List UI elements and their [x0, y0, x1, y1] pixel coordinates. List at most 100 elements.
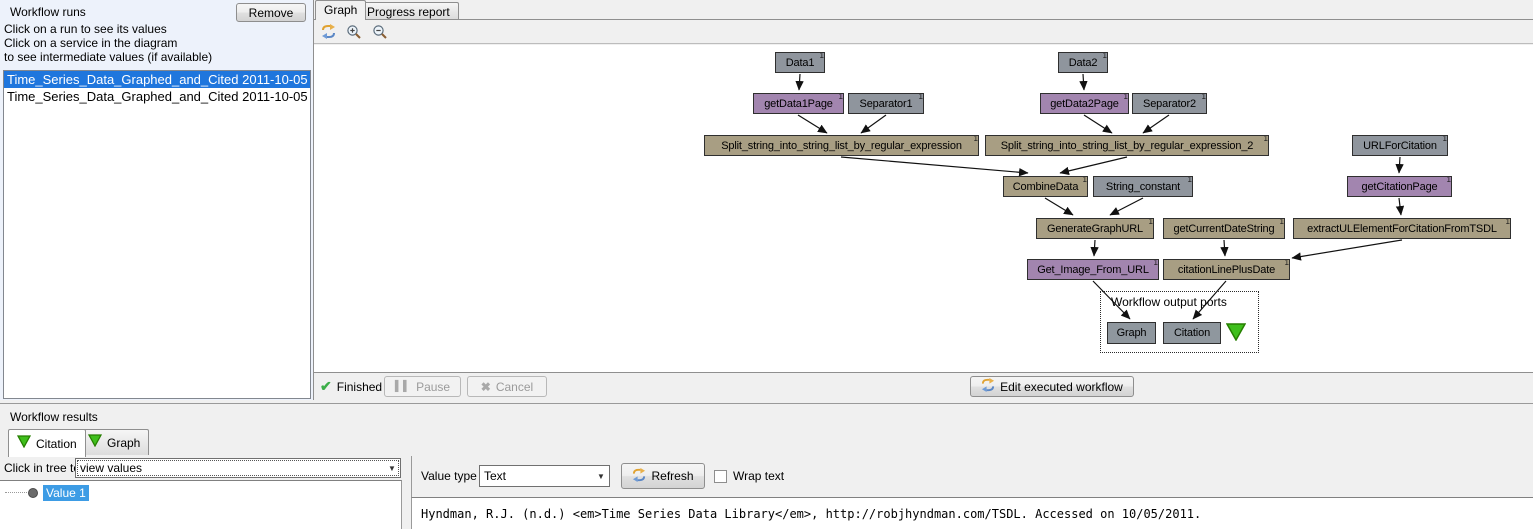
workflow-results-title: Workflow results	[10, 410, 98, 424]
refresh-button[interactable]: Refresh	[621, 463, 705, 489]
instruction-line: Click on a service in the diagram	[4, 36, 212, 50]
diagram-node-label: GenerateGraphURL	[1047, 223, 1143, 235]
diagram-node-split1[interactable]: Split_string_into_string_list_by_regular…	[704, 135, 979, 156]
diagram-node-separator1[interactable]: Separator1 1	[848, 93, 924, 114]
diagram-node-split2[interactable]: Split_string_into_string_list_by_regular…	[985, 135, 1269, 156]
workflow-results-panel: Workflow results Citation Graph Click in…	[0, 403, 1533, 529]
view-values-dropdown[interactable]: view values ▼	[75, 458, 401, 478]
wrap-text-checkbox[interactable]	[714, 470, 727, 483]
iteration-depth-marker: 1	[820, 52, 824, 60]
edit-executed-workflow-button[interactable]: Edit executed workflow	[970, 376, 1134, 397]
diagram-node-port-citation[interactable]: Citation	[1163, 322, 1221, 344]
diagram-node-separator2[interactable]: Separator21	[1132, 93, 1207, 114]
diagram-node-port-graph[interactable]: Graph	[1107, 322, 1156, 344]
value-type-dropdown[interactable]: Text ▼	[479, 465, 610, 487]
iteration-depth-marker: 1	[839, 93, 843, 101]
diagram-node-getdata2page[interactable]: getData2Page1	[1040, 93, 1129, 114]
tab-citation-label: Citation	[36, 435, 77, 453]
workflow-runs-panel: Workflow runs Remove Click on a run to s…	[0, 0, 313, 400]
diagram-node-string_constant[interactable]: String_constant 1	[1093, 176, 1193, 197]
iteration-depth-marker: 1	[1154, 259, 1158, 267]
diagram-node-urlforcitation[interactable]: URLForCitation1	[1352, 135, 1448, 156]
iteration-depth-marker: 1	[974, 135, 978, 143]
iteration-depth-marker: 1	[1188, 176, 1192, 184]
chevron-down-icon: ▼	[593, 472, 609, 481]
diagram-node-label: Split_string_into_string_list_by_regular…	[1001, 140, 1254, 152]
diagram-node-data1[interactable]: Data1 1	[775, 52, 825, 73]
tree-prompt-label: Click in tree to	[4, 461, 80, 475]
diagram-node-label: Data2	[1069, 57, 1098, 69]
diagram-node-label: citationLinePlusDate	[1178, 264, 1275, 276]
instruction-line: Click on a run to see its values	[4, 22, 212, 36]
tab-graph[interactable]: Graph	[315, 0, 366, 20]
diagram-node-combinedata[interactable]: CombineData1	[1003, 176, 1088, 197]
tab-results-graph-label: Graph	[107, 434, 140, 452]
workflow-run-item[interactable]: Time_Series_Data_Graphed_and_Cited 2011-…	[4, 88, 310, 105]
remove-button[interactable]: Remove	[236, 3, 306, 22]
diagram-node-label: Citation	[1174, 327, 1210, 339]
edit-workflow-icon	[981, 378, 995, 395]
iteration-depth-marker: 1	[1202, 93, 1206, 101]
zoom-in-icon[interactable]	[346, 24, 362, 40]
results-value-tree[interactable]: Value 1	[0, 480, 402, 529]
graph-port-triangle-icon	[88, 434, 102, 452]
pause-button-label: Pause	[416, 380, 450, 394]
citation-port-triangle-icon	[17, 435, 31, 453]
diagram-node-getdata1page[interactable]: getData1Page1	[753, 93, 844, 114]
zoom-out-icon[interactable]	[372, 24, 388, 40]
view-values-dropdown-value: view values	[76, 461, 384, 475]
diagram-node-label: Data1	[786, 57, 815, 69]
workflow-runs-list[interactable]: Time_Series_Data_Graphed_and_Cited 2011-…	[3, 70, 311, 399]
iteration-depth-marker: 1	[1506, 218, 1510, 226]
diagram-node-label: Get_Image_From_URL	[1037, 264, 1149, 276]
tab-progress-report-label: Progress report	[367, 5, 450, 19]
tree-prompt-row: Click in tree to view values ▼	[0, 456, 403, 480]
finished-label: Finished	[337, 380, 382, 394]
diagram-node-data2[interactable]: Data2 1	[1058, 52, 1108, 73]
finished-check-icon: ✔	[320, 378, 332, 395]
workflow-run-item[interactable]: Time_Series_Data_Graphed_and_Cited 2011-…	[4, 71, 310, 88]
workflow-runs-title: Workflow runs	[10, 5, 86, 19]
iteration-depth-marker: 1	[1264, 135, 1268, 143]
value-type-label: Value type	[421, 469, 477, 483]
diagram-node-getcurrentdatestring[interactable]: getCurrentDateString1	[1163, 218, 1285, 239]
diagram-node-label: getData2Page	[1050, 98, 1119, 110]
application-window: Workflow runs Remove Click on a run to s…	[0, 0, 1533, 529]
tab-citation[interactable]: Citation	[8, 429, 86, 457]
iteration-depth-marker: 1	[1285, 259, 1289, 267]
iteration-depth-marker: 1	[1443, 135, 1447, 143]
diagram-node-label: Split_string_into_string_list_by_regular…	[721, 140, 962, 152]
remove-button-label: Remove	[249, 6, 294, 20]
iteration-depth-marker: 1	[1280, 218, 1284, 226]
value-text-area[interactable]: Hyndman, R.J. (n.d.) <em>Time Series Dat…	[411, 497, 1533, 529]
diagram-node-getimagefromurl[interactable]: Get_Image_From_URL 1	[1027, 259, 1159, 280]
diagram-node-label: String_constant	[1106, 181, 1180, 193]
tab-results-graph[interactable]: Graph	[79, 429, 149, 455]
diagram-node-citationlineplusdate[interactable]: citationLinePlusDate 1	[1163, 259, 1290, 280]
diagram-node-generategraphurl[interactable]: GenerateGraphURL 1	[1036, 218, 1154, 239]
diagram-node-getcitationpage[interactable]: getCitationPage1	[1347, 176, 1452, 197]
value-viewer-pane: Value type Text ▼ Refresh	[411, 456, 1533, 529]
tree-item-label: Value 1	[43, 485, 89, 501]
diagram-node-label: Separator1	[860, 98, 913, 110]
graph-toolbar	[314, 19, 1533, 44]
cancel-button-label: Cancel	[496, 380, 533, 394]
edit-executed-workflow-label: Edit executed workflow	[1000, 380, 1123, 394]
diagram-node-extractul[interactable]: extractULElementForCitationFromTSDL 1	[1293, 218, 1511, 239]
results-tree-pane: Click in tree to view values ▼ Value 1	[0, 456, 403, 529]
cancel-button[interactable]: ✖ Cancel	[467, 376, 547, 397]
iteration-depth-marker: 1	[1103, 52, 1107, 60]
iteration-depth-marker: 1	[1149, 218, 1153, 226]
tree-item[interactable]: Value 1	[0, 484, 89, 501]
diagram-node-label: extractULElementForCitationFromTSDL	[1307, 223, 1497, 235]
diagram-node-label: Graph	[1117, 327, 1147, 339]
refresh-button-label: Refresh	[651, 469, 693, 483]
tab-progress-report[interactable]: Progress report	[358, 2, 459, 19]
pause-button[interactable]: ▌▌ Pause	[384, 376, 461, 397]
runs-instructions: Click on a run to see its valuesClick on…	[4, 22, 212, 64]
instruction-line: to see intermediate values (if available…	[4, 50, 212, 64]
iteration-depth-marker: 1	[1447, 176, 1451, 184]
iteration-depth-marker: 1	[919, 93, 923, 101]
refresh-diagram-icon[interactable]	[320, 24, 336, 40]
workflow-diagram-canvas[interactable]: Workflow output ports Data11Data21getDat…	[314, 45, 1533, 372]
